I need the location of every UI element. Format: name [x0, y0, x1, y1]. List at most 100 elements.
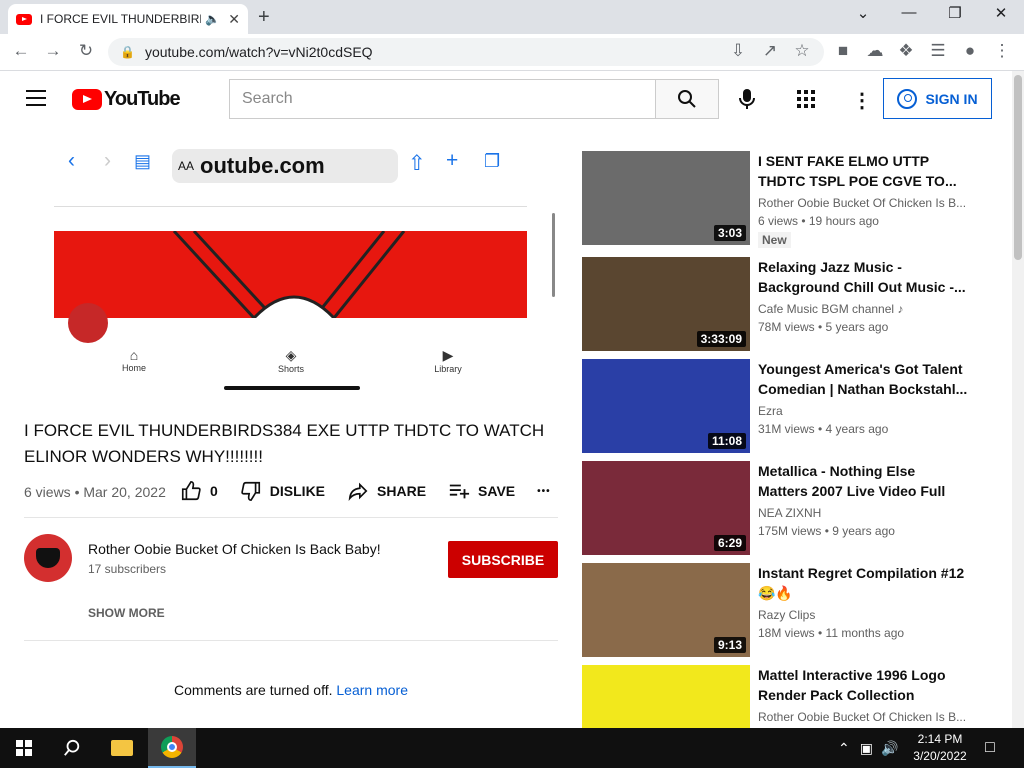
search-input[interactable]: Search [229, 79, 656, 119]
video-title[interactable]: I SENT FAKE ELMO UTTP THDTC TSPL POE CGV… [758, 151, 968, 191]
back-icon[interactable]: ← [10, 41, 32, 61]
video-meta: 78M views • 5 years ago [758, 320, 889, 334]
save-button[interactable]: SAVE [448, 480, 515, 502]
start-button[interactable] [0, 728, 48, 768]
views-date: 6 views • Mar 20, 2022 [24, 484, 166, 500]
video-player[interactable]: ‹ › ▤ AA outube.com ⇧ + ❐ ⌂ Home ◈ Shorts … [24, 143, 558, 399]
ios-url-text: outube.com [200, 153, 325, 178]
channel-name[interactable]: Rother Oobie Bucket Of Chicken Is B... [758, 710, 968, 724]
channel-name[interactable]: Razy Clips [758, 608, 968, 622]
subscribe-button[interactable]: SUBSCRIBE [448, 541, 558, 578]
recommended-video[interactable]: 11:08 Youngest America's Got Talent Come… [582, 359, 982, 453]
settings-more-icon[interactable]: ⋮ [852, 88, 872, 113]
video-title[interactable]: Mattel Interactive 1996 Logo Render Pack… [758, 665, 968, 705]
sign-in-button[interactable]: SIGN IN [883, 78, 992, 119]
channel-name[interactable]: Ezra [758, 404, 968, 418]
notifications-button[interactable]: □ [966, 728, 1014, 768]
address-bar[interactable]: 🔒 youtube.com/watch?v=vNi2t0cdSEQ [108, 38, 824, 66]
extension-doge-icon[interactable]: ■ [832, 41, 854, 61]
network-icon[interactable]: ▣ [860, 740, 873, 757]
recommended-video[interactable]: 3:33:09 Relaxing Jazz Music - Background… [582, 257, 982, 351]
chrome-taskbar-button[interactable] [148, 728, 196, 768]
channel-name[interactable]: Rother Oobie Bucket Of Chicken Is B... [758, 196, 968, 210]
video-thumbnail[interactable]: 9:13 [582, 563, 750, 657]
ios-text-size: AA [178, 159, 195, 173]
save-label: SAVE [478, 483, 516, 499]
duration-badge: 11:08 [707, 433, 746, 449]
share-button[interactable]: SHARE [347, 480, 426, 502]
video-thumbnail[interactable]: 11:08 [582, 359, 750, 453]
microphone-icon[interactable] [735, 87, 759, 116]
youtube-logo[interactable]: YouTube [72, 88, 181, 111]
video-title[interactable]: Instant Regret Compilation #12 😂🔥 [758, 563, 968, 603]
like-button[interactable]: 0 [180, 480, 218, 502]
tray-expand-icon[interactable]: ⌃ [838, 740, 850, 757]
apps-grid-icon[interactable] [797, 90, 815, 108]
restore-button[interactable]: ❐ [940, 4, 970, 22]
thumbs-down-icon [241, 481, 260, 501]
youtube-masthead: YouTube Search ⋮ SIGN IN [0, 71, 1012, 127]
video-ios-toolbar: ‹ › ▤ AA outube.com ⇧ + ❐ [24, 143, 558, 183]
browser-tab[interactable]: I FORCE EVIL THUNDERBIRD 🔈 ✕ [8, 4, 248, 34]
channel-name[interactable]: Rother Oobie Bucket Of Chicken Is Back B… [88, 541, 381, 557]
hamburger-menu-icon[interactable] [26, 90, 46, 106]
channel-name[interactable]: NEA ZIXNH [758, 506, 968, 520]
ios-tab-library: ▶ Library [418, 347, 478, 374]
extension-cloud-icon[interactable]: ☁ [864, 41, 886, 61]
new-tab-button[interactable]: + [258, 6, 270, 29]
video-thumbnail[interactable] [582, 665, 750, 728]
video-title[interactable]: Metallica - Nothing Else Matters 2007 Li… [758, 461, 968, 501]
playlist-add-icon [449, 484, 470, 499]
shorts-icon: ◈ [285, 347, 297, 363]
video-thumbnail[interactable]: 3:03 [582, 151, 750, 245]
lock-icon[interactable]: 🔒 [120, 45, 135, 59]
recommended-video[interactable]: Mattel Interactive 1996 Logo Render Pack… [582, 665, 982, 728]
more-actions-button[interactable]: ••• [537, 486, 551, 497]
channel-avatar[interactable] [24, 534, 72, 582]
ios-tab-home: ⌂ Home [104, 347, 164, 373]
browser-tab-strip: I FORCE EVIL THUNDERBIRD 🔈 ✕ + ⌄ — ❐ ✕ [0, 0, 1024, 34]
extensions-puzzle-icon[interactable]: ❖ [895, 41, 917, 61]
close-tab-icon[interactable]: ✕ [228, 11, 240, 28]
clock-date: 3/20/2022 [913, 749, 967, 763]
logo-wordmark: YouTube [104, 88, 181, 110]
recommended-video[interactable]: 9:13 Instant Regret Compilation #12 😂🔥 R… [582, 563, 982, 657]
video-thumbnail[interactable]: 6:29 [582, 461, 750, 555]
dislike-button[interactable]: DISLIKE [240, 480, 325, 502]
minimize-button[interactable]: — [894, 4, 924, 21]
media-queue-icon[interactable]: ☰ [927, 41, 949, 61]
share-page-icon[interactable]: ↗ [759, 41, 781, 61]
reload-icon[interactable]: ↻ [75, 41, 97, 61]
forward-icon[interactable]: → [42, 41, 64, 61]
volume-icon[interactable]: 🔊 [881, 740, 898, 757]
learn-more-link[interactable]: Learn more [336, 682, 408, 698]
channel-name[interactable]: Cafe Music BGM channel ♪ [758, 302, 968, 316]
duration-badge: 9:13 [713, 637, 746, 653]
taskbar-clock[interactable]: 2:14 PM 3/20/2022 [905, 731, 975, 765]
youtube-play-icon [72, 89, 102, 110]
close-window-button[interactable]: ✕ [986, 4, 1016, 22]
install-icon[interactable]: ⇩ [727, 41, 749, 61]
windows-logo-icon [16, 740, 32, 756]
recommended-video[interactable]: 6:29 Metallica - Nothing Else Matters 20… [582, 461, 982, 555]
chrome-menu-icon[interactable]: ⋮ [991, 41, 1013, 61]
new-badge: New [758, 232, 791, 248]
divider [24, 517, 558, 518]
show-more-button[interactable]: SHOW MORE [88, 606, 165, 620]
taskbar-search-button[interactable] [48, 728, 96, 768]
tab-search-icon[interactable]: ⌄ [848, 4, 878, 22]
page-scrollbar[interactable] [1012, 71, 1024, 728]
video-title[interactable]: Relaxing Jazz Music - Background Chill O… [758, 257, 968, 297]
file-explorer-button[interactable] [98, 728, 146, 768]
recommended-video[interactable]: 3:03 I SENT FAKE ELMO UTTP THDTC TSPL PO… [582, 151, 982, 248]
sign-in-label: SIGN IN [925, 90, 978, 107]
video-title[interactable]: Youngest America's Got Talent Comedian |… [758, 359, 968, 399]
dislike-label: DISLIKE [269, 483, 326, 499]
search-button[interactable] [655, 79, 719, 119]
speaker-icon[interactable]: 🔈 [205, 12, 220, 26]
bookmark-star-icon[interactable]: ☆ [791, 41, 813, 61]
video-thumbnail[interactable]: 3:33:09 [582, 257, 750, 351]
profile-icon[interactable]: ● [959, 41, 981, 61]
scrollbar-thumb[interactable] [1014, 75, 1022, 260]
ios-tabs-icon: ❐ [484, 151, 501, 171]
